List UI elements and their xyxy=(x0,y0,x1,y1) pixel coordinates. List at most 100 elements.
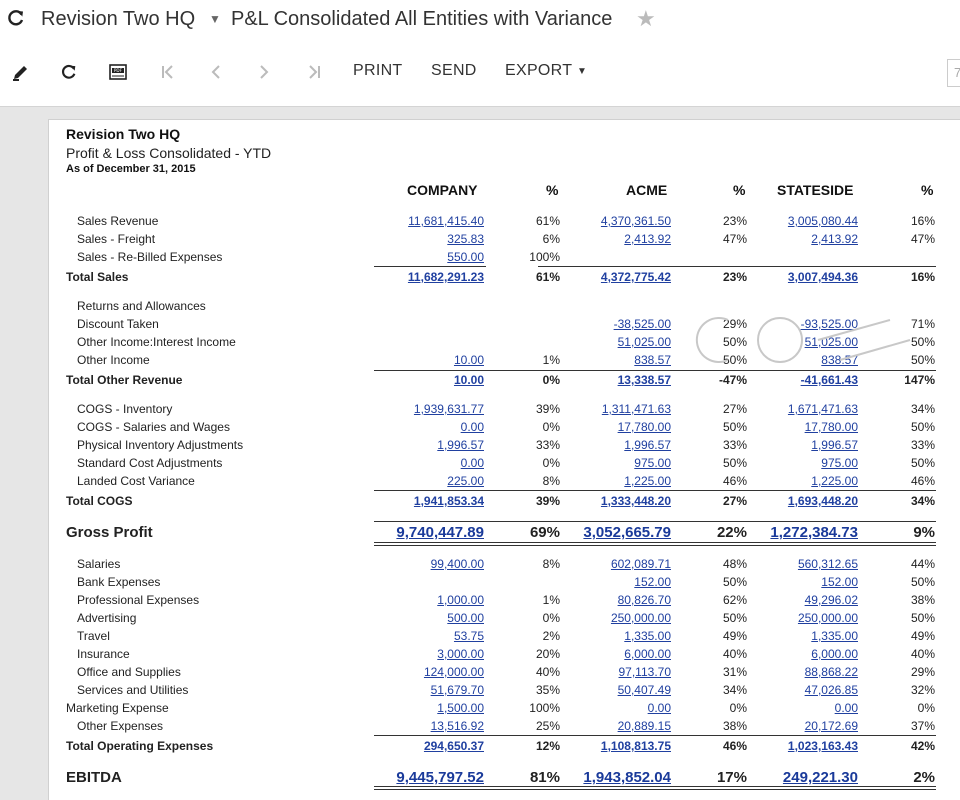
cell-stateside[interactable]: 838.57 xyxy=(821,351,858,369)
cell-stateside[interactable]: 17,780.00 xyxy=(805,418,858,436)
cell-company[interactable]: 13,516.92 xyxy=(431,717,484,735)
cell-stateside[interactable]: 1,272,384.73 xyxy=(770,523,858,543)
cell-stateside[interactable]: 1,693,448.20 xyxy=(788,492,858,510)
cell-company[interactable]: 10.00 xyxy=(454,351,484,369)
cell-acme[interactable]: 51,025.00 xyxy=(618,333,671,351)
table-row: Returns and Allowances xyxy=(0,297,960,315)
pdf-icon[interactable]: PDF xyxy=(107,60,129,84)
cell-acme[interactable]: 97,113.70 xyxy=(619,663,672,681)
cell-acme[interactable]: 3,052,665.79 xyxy=(583,523,671,543)
cell-acme[interactable]: 1,311,471.63 xyxy=(602,400,671,418)
cell-acme[interactable]: 13,338.57 xyxy=(618,371,671,389)
cell-stateside[interactable]: 88,868.22 xyxy=(805,663,858,681)
cell-company[interactable]: 11,681,415.40 xyxy=(408,212,484,230)
cell-stateside[interactable]: 249,221.30 xyxy=(783,768,858,788)
cell-acme[interactable]: 1,225.00 xyxy=(624,472,671,490)
cell-company[interactable]: 51,679.70 xyxy=(431,681,484,699)
next-page-icon[interactable] xyxy=(253,60,275,84)
cell-company[interactable]: 11,682,291.23 xyxy=(408,268,484,286)
cell-acme[interactable]: 838.57 xyxy=(634,351,671,369)
company-selector[interactable]: Revision Two HQ xyxy=(41,8,195,31)
report-title: P&L Consolidated All Entities with Varia… xyxy=(231,8,613,30)
cell-acme[interactable]: 50,407.49 xyxy=(618,681,671,699)
cell-acme[interactable]: 250,000.00 xyxy=(611,609,671,627)
cell-company[interactable]: 53.75 xyxy=(454,627,484,645)
cell-stateside[interactable]: 152.00 xyxy=(821,573,858,591)
cell-acme[interactable]: 1,335.00 xyxy=(624,627,671,645)
last-page-icon[interactable] xyxy=(303,60,325,84)
cell-stateside[interactable]: 51,025.00 xyxy=(805,333,858,351)
cell-stateside[interactable]: 1,225.00 xyxy=(811,472,858,490)
cell-company[interactable]: 1,500.00 xyxy=(437,699,484,717)
cell-stateside[interactable]: 1,335.00 xyxy=(811,627,858,645)
cell-stateside[interactable]: 3,007,494.36 xyxy=(788,268,858,286)
cell-company[interactable]: 294,650.37 xyxy=(424,737,484,755)
cell-company[interactable]: 1,939,631.77 xyxy=(414,400,484,418)
cell-acme-pct: 29% xyxy=(722,317,747,331)
cell-company[interactable]: 0.00 xyxy=(461,418,484,436)
cell-stateside[interactable]: 2,413.92 xyxy=(811,230,858,248)
send-button[interactable]: SEND xyxy=(431,62,477,80)
cell-stateside[interactable]: 6,000.00 xyxy=(811,645,858,663)
cell-acme[interactable]: 602,089.71 xyxy=(611,555,671,573)
chevron-down-icon[interactable]: ▼ xyxy=(209,12,221,26)
cell-acme[interactable]: 80,826.70 xyxy=(618,591,671,609)
cell-acme[interactable]: 1,108,813.75 xyxy=(601,737,671,755)
cell-acme[interactable]: 4,370,361.50 xyxy=(601,212,671,230)
cell-company[interactable]: 1,996.57 xyxy=(437,436,484,454)
export-button[interactable]: EXPORT xyxy=(505,62,572,80)
cell-company[interactable]: 1,000.00 xyxy=(437,591,484,609)
print-button[interactable]: PRINT xyxy=(353,62,403,80)
cell-stateside[interactable]: 1,996.57 xyxy=(811,436,858,454)
cell-acme[interactable]: 20,889.15 xyxy=(618,717,671,735)
cell-stateside[interactable]: 560,312.65 xyxy=(798,555,858,573)
cell-stateside[interactable]: 1,671,471.63 xyxy=(788,400,858,418)
cell-acme[interactable]: 2,413.92 xyxy=(624,230,671,248)
cell-company[interactable]: 9,445,797.52 xyxy=(396,768,484,788)
previous-page-icon[interactable] xyxy=(205,60,227,84)
cell-company[interactable]: 9,740,447.89 xyxy=(396,523,484,543)
refresh-icon[interactable] xyxy=(6,8,26,28)
cell-acme[interactable]: -38,525.00 xyxy=(614,315,671,333)
reload-icon[interactable] xyxy=(58,60,80,84)
export-caret-icon[interactable]: ▼ xyxy=(577,66,587,77)
page-number-input[interactable]: 7 xyxy=(947,59,960,87)
cell-company[interactable]: 225.00 xyxy=(447,472,484,490)
cell-company[interactable]: 0.00 xyxy=(461,454,484,472)
cell-acme[interactable]: 1,996.57 xyxy=(624,436,671,454)
cell-stateside[interactable]: 3,005,080.44 xyxy=(788,212,858,230)
cell-stateside[interactable]: -93,525.00 xyxy=(801,315,858,333)
cell-company-pct: 0% xyxy=(542,611,560,625)
rule xyxy=(374,735,936,736)
cell-acme[interactable]: 17,780.00 xyxy=(618,418,671,436)
cell-stateside[interactable]: 47,026.85 xyxy=(805,681,858,699)
cell-acme[interactable]: 4,372,775.42 xyxy=(601,268,671,286)
cell-company[interactable]: 124,000.00 xyxy=(424,663,484,681)
cell-company[interactable]: 99,400.00 xyxy=(431,555,484,573)
cell-acme[interactable]: 6,000.00 xyxy=(624,645,671,663)
cell-acme[interactable]: 0.00 xyxy=(648,699,671,717)
cell-company[interactable]: 550.00 xyxy=(447,248,484,266)
cell-acme-pct: 50% xyxy=(722,575,747,589)
cell-stateside-pct: 46% xyxy=(910,474,935,488)
cell-stateside[interactable]: 975.00 xyxy=(821,454,858,472)
cell-stateside[interactable]: 20,172.69 xyxy=(805,717,858,735)
cell-stateside[interactable]: 49,296.02 xyxy=(805,591,858,609)
cell-acme[interactable]: 152.00 xyxy=(634,573,671,591)
star-icon[interactable]: ★ xyxy=(636,6,656,32)
cell-stateside[interactable]: -41,661.43 xyxy=(801,371,858,389)
cell-acme[interactable]: 1,943,852.04 xyxy=(583,768,671,788)
first-page-icon[interactable] xyxy=(157,60,179,84)
cell-acme[interactable]: 975.00 xyxy=(634,454,671,472)
cell-company[interactable]: 325.83 xyxy=(447,230,484,248)
cell-company[interactable]: 10.00 xyxy=(454,371,484,389)
cell-stateside[interactable]: 0.00 xyxy=(835,699,858,717)
cell-company[interactable]: 500.00 xyxy=(447,609,484,627)
cell-company[interactable]: 1,941,853.34 xyxy=(414,492,484,510)
cell-company[interactable]: 3,000.00 xyxy=(437,645,484,663)
cell-acme[interactable]: 1,333,448.20 xyxy=(601,492,671,510)
cell-company-pct: 1% xyxy=(542,593,560,607)
cell-stateside[interactable]: 1,023,163.43 xyxy=(788,737,858,755)
edit-icon[interactable] xyxy=(10,60,32,84)
cell-stateside[interactable]: 250,000.00 xyxy=(798,609,858,627)
